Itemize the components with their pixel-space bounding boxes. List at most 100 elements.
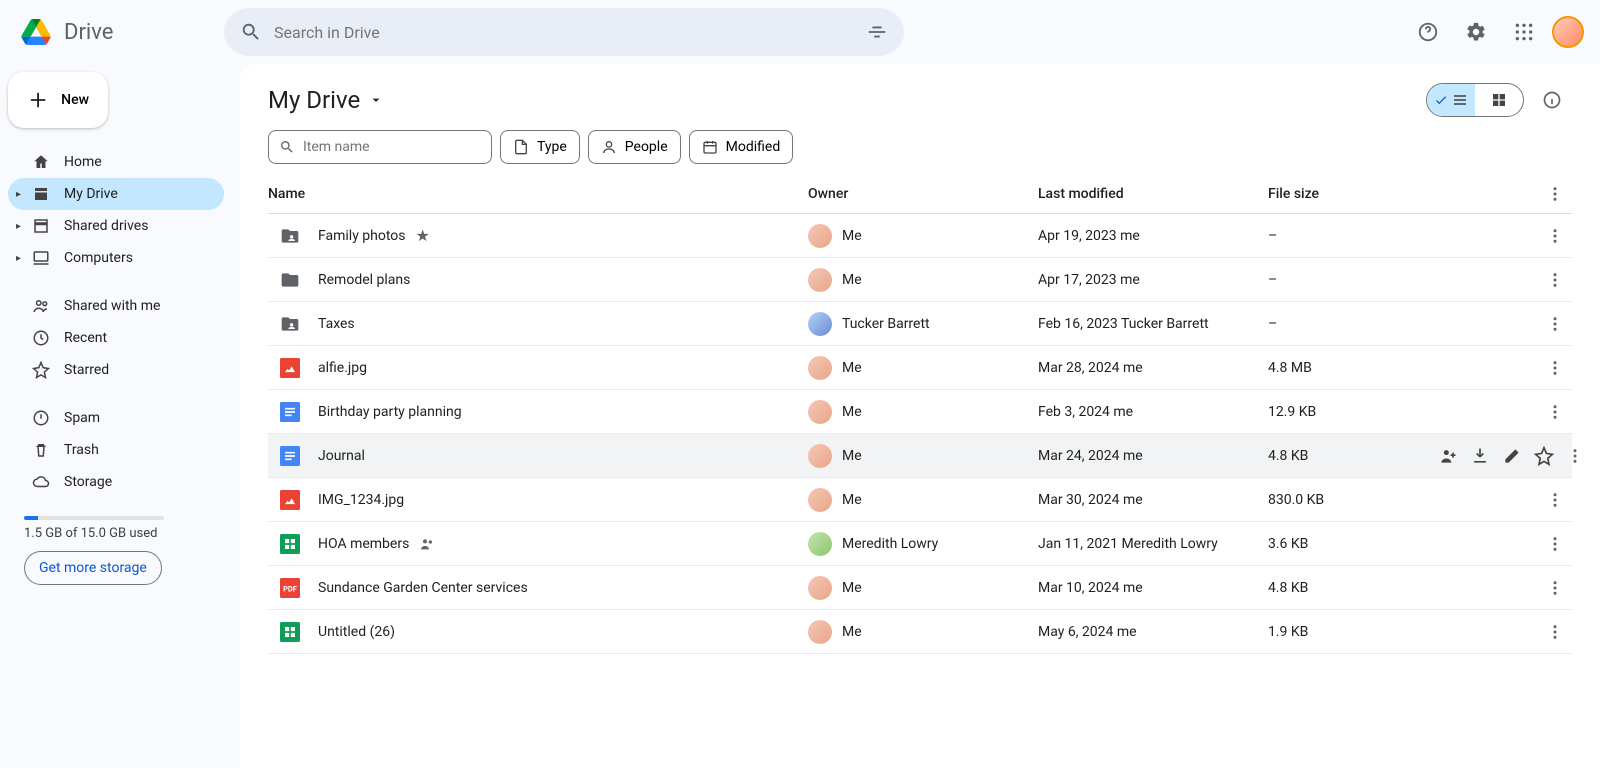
more-icon[interactable] — [1546, 579, 1564, 597]
more-icon[interactable] — [1546, 185, 1564, 203]
more-icon[interactable] — [1546, 315, 1564, 333]
file-row[interactable]: HOA membersMeredith LowryJan 11, 2021 Me… — [268, 522, 1572, 566]
get-storage-button[interactable]: Get more storage — [24, 551, 162, 585]
star-icon[interactable] — [1534, 446, 1554, 466]
more-icon[interactable] — [1546, 359, 1564, 377]
nav-starred[interactable]: Starred — [8, 354, 224, 386]
nav-shared-drives[interactable]: ▸ Shared drives — [8, 210, 224, 242]
search-bar[interactable] — [224, 8, 904, 56]
more-icon[interactable] — [1566, 447, 1584, 465]
star-icon: ★ — [416, 226, 430, 245]
more-icon[interactable] — [1546, 227, 1564, 245]
grid-view-button[interactable] — [1475, 84, 1523, 116]
file-name: Untitled (26) — [318, 624, 395, 640]
file-name: HOA members — [318, 536, 409, 552]
file-name: Sundance Garden Center services — [318, 580, 528, 596]
owner-name: Me — [842, 492, 862, 508]
file-row[interactable]: TaxesTucker BarrettFeb 16, 2023 Tucker B… — [268, 302, 1572, 346]
breadcrumb[interactable]: My Drive — [268, 86, 384, 114]
modified-date: Apr 19, 2023 me — [1038, 228, 1268, 244]
owner-name: Me — [842, 272, 862, 288]
search-filters-icon[interactable] — [866, 21, 888, 43]
list-view-button[interactable] — [1427, 84, 1475, 116]
info-icon[interactable] — [1532, 80, 1572, 120]
storage-text: 1.5 GB of 15.0 GB used — [24, 526, 208, 541]
nav-spam[interactable]: Spam — [8, 402, 224, 434]
col-header-owner[interactable]: Owner — [808, 186, 1038, 202]
chevron-right-icon: ▸ — [16, 189, 21, 200]
star-icon — [32, 361, 50, 379]
file-name: Remodel plans — [318, 272, 410, 288]
new-button-label: New — [61, 92, 89, 108]
modified-date: Feb 3, 2024 me — [1038, 404, 1268, 420]
file-row[interactable]: Remodel plansMeApr 17, 2023 me– — [268, 258, 1572, 302]
file-row[interactable]: IMG_1234.jpgMeMar 30, 2024 me830.0 KB — [268, 478, 1572, 522]
nav-shared-with-me[interactable]: Shared with me — [8, 290, 224, 322]
nav-home[interactable]: Home — [8, 146, 224, 178]
help-icon[interactable] — [1408, 12, 1448, 52]
filter-name-search[interactable] — [268, 130, 492, 164]
more-icon[interactable] — [1546, 535, 1564, 553]
owner-avatar — [808, 488, 832, 512]
filter-row: Type People Modified — [268, 130, 1572, 164]
owner-name: Me — [842, 404, 862, 420]
nav-label: My Drive — [64, 186, 118, 202]
search-input[interactable] — [274, 23, 854, 42]
nav-label: Shared drives — [64, 218, 148, 234]
file-size: 4.8 MB — [1268, 360, 1438, 376]
nav-trash[interactable]: Trash — [8, 434, 224, 466]
modified-date: May 6, 2024 me — [1038, 624, 1268, 640]
more-icon[interactable] — [1546, 491, 1564, 509]
folder-icon — [280, 270, 300, 290]
col-header-size[interactable]: File size — [1268, 186, 1438, 202]
folder-shared-icon — [280, 314, 300, 334]
chip-type[interactable]: Type — [500, 130, 580, 164]
rename-icon[interactable] — [1502, 446, 1522, 466]
file-row[interactable]: JournalMeMar 24, 2024 me4.8 KB — [268, 434, 1572, 478]
drive-icon — [32, 185, 50, 203]
owner-name: Tucker Barrett — [842, 316, 930, 332]
more-icon[interactable] — [1546, 403, 1564, 421]
nav-my-drive[interactable]: ▸ My Drive — [8, 178, 224, 210]
folder-shared-icon — [280, 226, 300, 246]
modified-date: Mar 28, 2024 me — [1038, 360, 1268, 376]
share-icon[interactable] — [1438, 446, 1458, 466]
file-name: Birthday party planning — [318, 404, 462, 420]
home-icon — [32, 153, 50, 171]
more-icon[interactable] — [1546, 623, 1564, 641]
file-name: IMG_1234.jpg — [318, 492, 404, 508]
owner-name: Me — [842, 360, 862, 376]
file-row[interactable]: PDFSundance Garden Center servicesMeMar … — [268, 566, 1572, 610]
chevron-right-icon: ▸ — [16, 221, 21, 232]
owner-name: Me — [842, 228, 862, 244]
file-row[interactable]: Untitled (26)MeMay 6, 2024 me1.9 KB — [268, 610, 1572, 654]
svg-text:PDF: PDF — [283, 584, 297, 593]
new-button[interactable]: New — [8, 72, 108, 128]
nav-storage[interactable]: Storage — [8, 466, 224, 498]
nav-label: Computers — [64, 250, 133, 266]
file-name: Family photos — [318, 228, 406, 244]
download-icon[interactable] — [1470, 446, 1490, 466]
file-row[interactable]: Family photos★MeApr 19, 2023 me– — [268, 214, 1572, 258]
file-row[interactable]: Birthday party planningMeFeb 3, 2024 me1… — [268, 390, 1572, 434]
drive-logo-icon[interactable] — [16, 12, 56, 52]
calendar-icon — [702, 139, 718, 155]
nav-computers[interactable]: ▸Computers — [8, 242, 224, 274]
file-size: 3.6 KB — [1268, 536, 1438, 552]
col-header-name[interactable]: Name — [268, 186, 808, 202]
chip-modified[interactable]: Modified — [689, 130, 794, 164]
gear-icon[interactable] — [1456, 12, 1496, 52]
nav-recent[interactable]: Recent — [8, 322, 224, 354]
modified-date: Mar 24, 2024 me — [1038, 448, 1268, 464]
file-size: – — [1268, 316, 1438, 332]
logo-area: Drive — [16, 12, 216, 52]
file-icon — [513, 139, 529, 155]
apps-icon[interactable] — [1504, 12, 1544, 52]
account-avatar[interactable] — [1552, 16, 1584, 48]
chip-people[interactable]: People — [588, 130, 681, 164]
more-icon[interactable] — [1546, 271, 1564, 289]
file-row[interactable]: alfie.jpgMeMar 28, 2024 me4.8 MB — [268, 346, 1572, 390]
filter-name-input[interactable] — [303, 139, 481, 155]
cloud-icon — [32, 473, 50, 491]
col-header-modified[interactable]: Last modified — [1038, 186, 1268, 202]
